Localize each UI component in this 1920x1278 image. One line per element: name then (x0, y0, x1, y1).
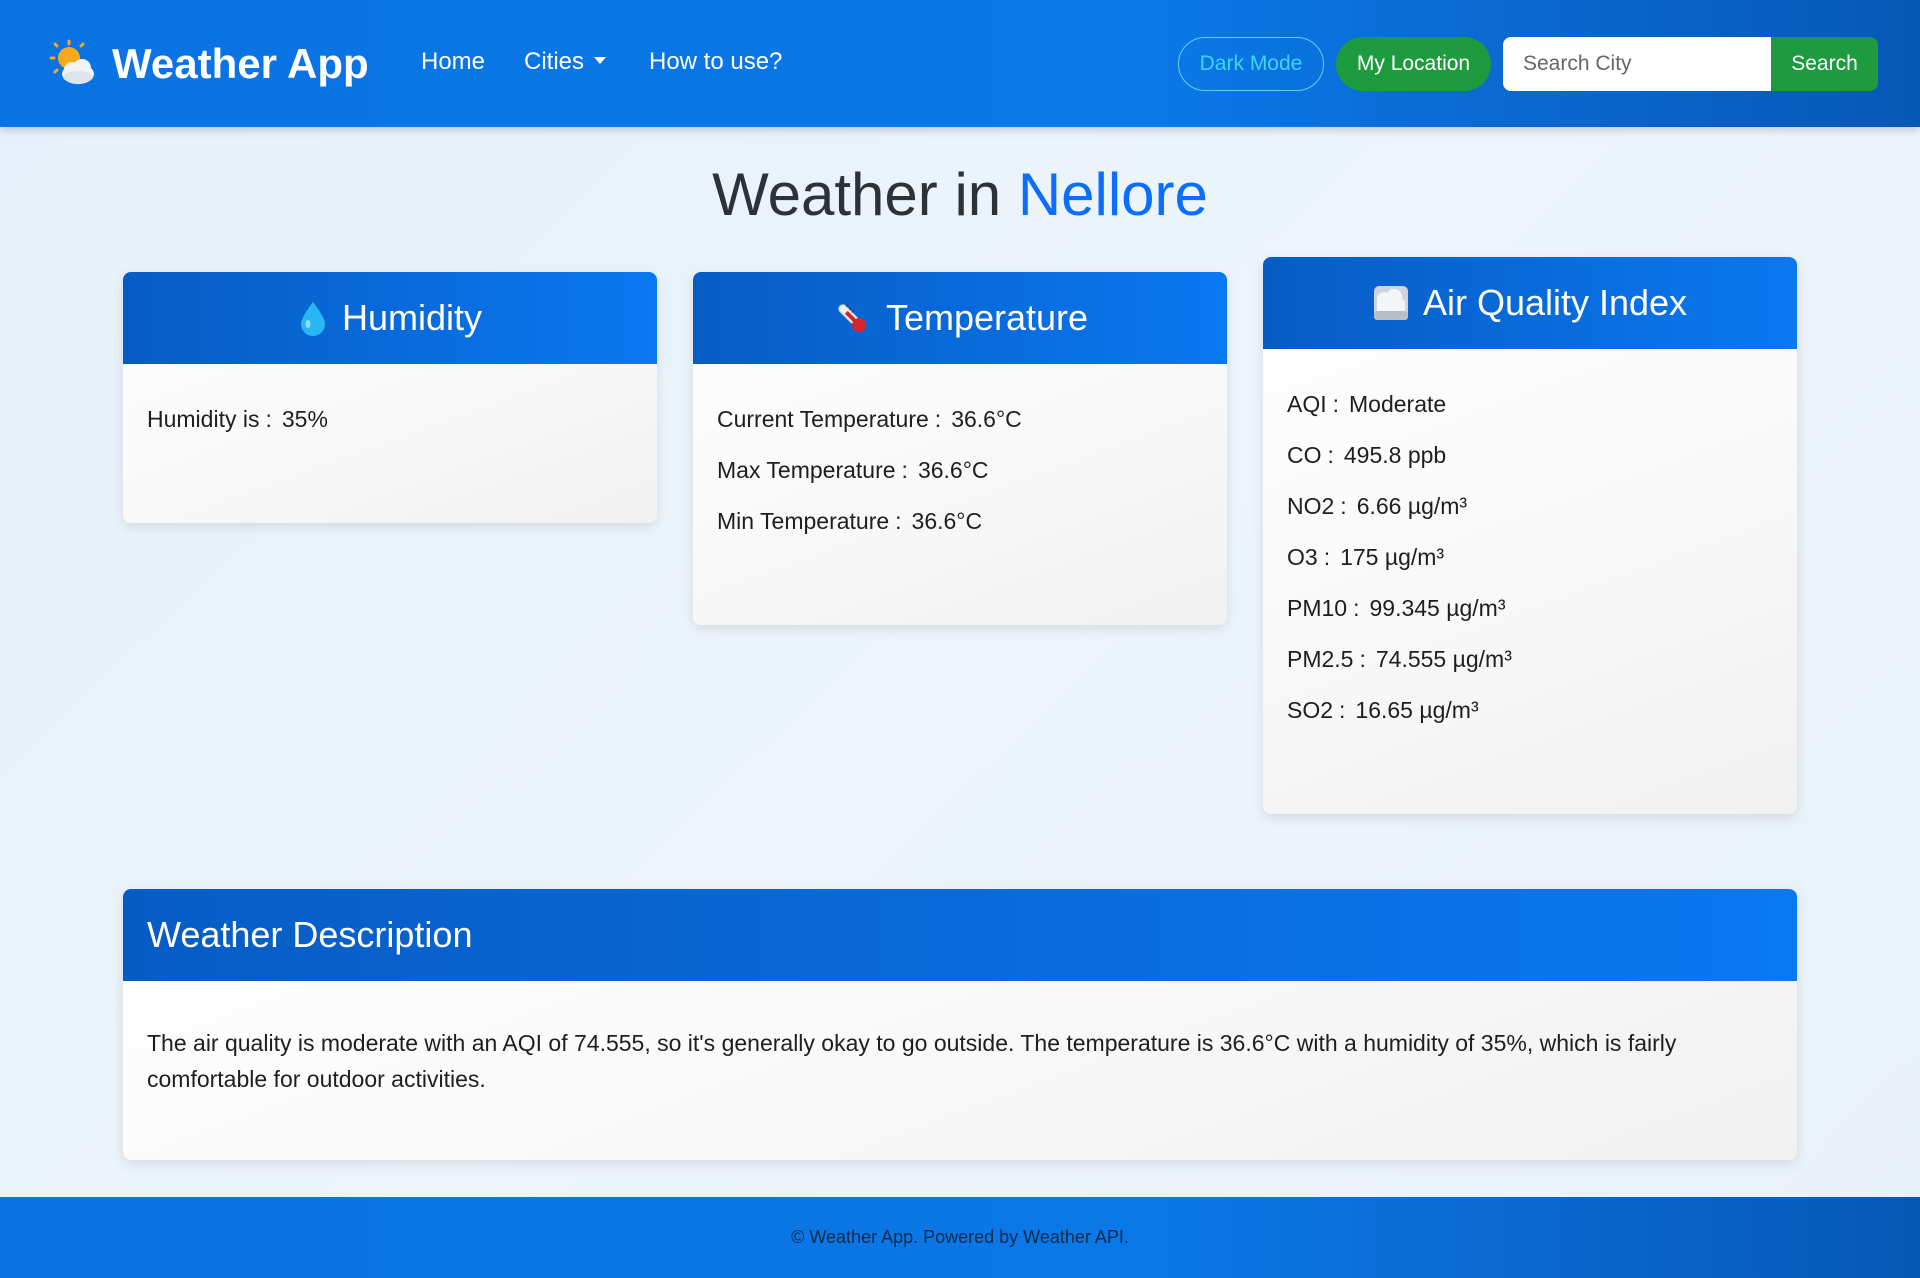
search-input[interactable] (1503, 37, 1771, 91)
footer: © Weather App. Powered by Weather API. (0, 1197, 1920, 1278)
aqi-row-value: 74.555 µg/m³ (1375, 646, 1512, 672)
aqi-row-label: O3 (1287, 544, 1318, 570)
aqi-row-label: PM2.5 (1287, 646, 1354, 672)
aqi-row: PM2.5:74.555 µg/m³ (1287, 646, 1512, 672)
humidity-label: Humidity is (147, 406, 260, 432)
thermometer-icon (832, 298, 872, 338)
temperature-row-label: Max Temperature (717, 457, 896, 483)
humidity-value: 35% (281, 406, 328, 432)
temperature-row-value: 36.6°C (917, 457, 989, 483)
aqi-row-value: 16.65 µg/m³ (1355, 697, 1479, 723)
aqi-row-value: 6.66 µg/m³ (1356, 493, 1468, 519)
nav-cities-label: Cities (524, 48, 585, 75)
brand-title: Weather App (112, 40, 369, 87)
aqi-row: O3:175 µg/m³ (1287, 544, 1445, 570)
droplet-icon (298, 300, 328, 336)
aqi-row-value: Moderate (1349, 391, 1447, 417)
temperature-row-value: 36.6°C (951, 406, 1022, 432)
search-group: Search (1503, 37, 1878, 91)
temperature-card-header: Temperature (693, 272, 1227, 364)
aqi-row-value: 175 µg/m³ (1340, 544, 1445, 570)
aqi-card-header: Air Quality Index (1263, 257, 1797, 349)
aqi-row: PM10:99.345 µg/m³ (1287, 595, 1506, 621)
aqi-row-label: SO2 (1287, 697, 1334, 723)
page-title-prefix: Weather in (712, 161, 1002, 228)
aqi-row-label: NO2 (1287, 493, 1335, 519)
footer-text: © Weather App. Powered by Weather API. (791, 1227, 1129, 1247)
temperature-row-value: 36.6°C (911, 508, 983, 534)
dark-mode-button[interactable]: Dark Mode (1178, 37, 1324, 91)
aqi-row-label: PM10 (1287, 595, 1348, 621)
temperature-row: Current Temperature:36.6°C (717, 406, 1022, 432)
humidity-card-header: Humidity (123, 272, 657, 364)
sun-behind-cloud-icon (48, 39, 98, 89)
my-location-button[interactable]: My Location (1336, 37, 1491, 91)
page-title-city: Nellore (1017, 161, 1208, 228)
temperature-row: Max Temperature:36.6°C (717, 457, 989, 483)
navbar: Weather App Home Cities How to use? Dark… (0, 0, 1920, 127)
temperature-row-label: Current Temperature (717, 406, 929, 432)
weather-description-text: The air quality is moderate with an AQI … (147, 1030, 1677, 1092)
fog-icon (1373, 285, 1409, 321)
humidity-card-title: Humidity (341, 297, 483, 338)
aqi-row-value: 99.345 µg/m³ (1369, 595, 1506, 621)
aqi-row-value: 495.8 ppb (1343, 442, 1447, 468)
brand[interactable]: Weather App (48, 36, 369, 92)
page-title: Weather in Nellore (0, 160, 1920, 229)
nav-cities-dropdown[interactable]: Cities (524, 48, 607, 76)
weather-description-header: Weather Description (123, 889, 1797, 981)
nav-home-link[interactable]: Home (421, 48, 485, 76)
nav-how-to-use-link[interactable]: How to use? (649, 48, 782, 76)
aqi-row: SO2:16.65 µg/m³ (1287, 697, 1479, 723)
temperature-card: Temperature Current Temperature:36.6°C M… (693, 272, 1227, 625)
aqi-card-title: Air Quality Index (1422, 282, 1688, 323)
aqi-row-label: CO (1287, 442, 1322, 468)
temperature-row: Min Temperature:36.6°C (717, 508, 983, 534)
aqi-row: NO2:6.66 µg/m³ (1287, 493, 1468, 519)
aqi-card: Air Quality Index AQI: Moderate CO:495.8 … (1263, 257, 1797, 814)
temperature-card-title: Temperature (885, 297, 1089, 338)
chevron-down-icon (594, 57, 607, 65)
aqi-row: CO:495.8 ppb (1287, 442, 1447, 468)
search-button[interactable]: Search (1771, 37, 1878, 91)
weather-description-card: Weather Description The air quality is m… (123, 889, 1797, 1160)
humidity-row: Humidity is:35% (147, 406, 328, 432)
temperature-row-label: Min Temperature (717, 508, 890, 534)
aqi-row-label: AQI (1287, 391, 1327, 417)
humidity-card: Humidity Humidity is:35% (123, 272, 657, 523)
aqi-row: AQI: Moderate (1287, 391, 1447, 417)
